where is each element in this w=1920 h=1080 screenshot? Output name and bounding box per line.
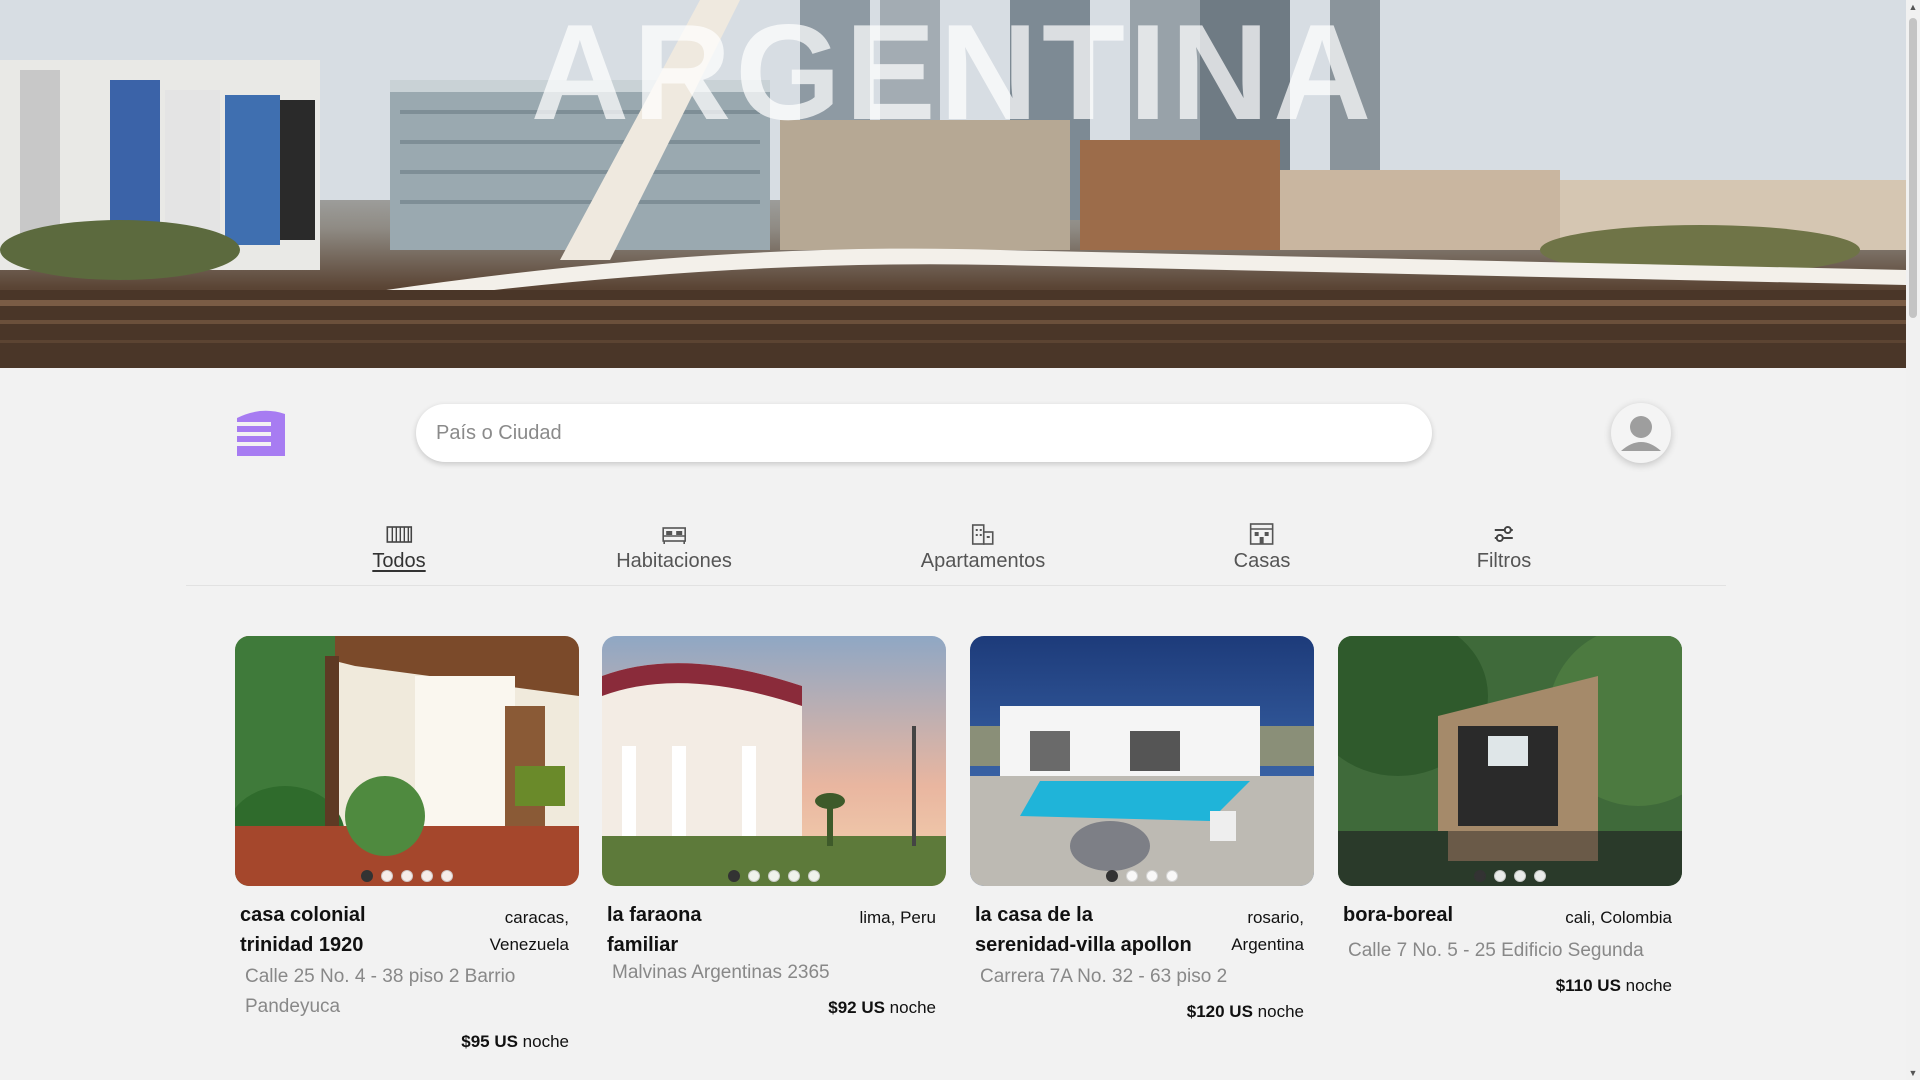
- listing-card[interactable]: casa colonial trinidad 1920 caracas, Ven…: [235, 636, 579, 1051]
- scrollbar[interactable]: ▲ ▼: [1906, 0, 1920, 1080]
- carousel-dots[interactable]: [602, 870, 946, 882]
- carousel-dot[interactable]: [728, 870, 740, 882]
- carousel-dot[interactable]: [421, 870, 433, 882]
- carousel-dots[interactable]: [1338, 870, 1682, 882]
- search-input[interactable]: [416, 404, 1432, 462]
- tab-label: Filtros: [1476, 550, 1532, 572]
- sliders-icon: [1494, 526, 1513, 542]
- listing-card[interactable]: la faraona familiar lima, Peru Malvinas …: [602, 636, 946, 1017]
- brand-logo-icon[interactable]: [235, 406, 287, 458]
- building-icon: [972, 524, 994, 545]
- carousel-dot[interactable]: [1534, 870, 1546, 882]
- listing-photo[interactable]: [235, 636, 579, 886]
- category-tabs: Todos Habitaciones Apartamentos Casas Fi…: [186, 514, 1726, 586]
- listing-address: Carrera 7A No. 32 - 63 piso 2: [980, 966, 1228, 987]
- carousel-dot[interactable]: [748, 870, 760, 882]
- listing-photo[interactable]: [602, 636, 946, 886]
- carousel-dot[interactable]: [768, 870, 780, 882]
- tab-todos[interactable]: Todos: [372, 522, 426, 573]
- scroll-up-arrow-icon[interactable]: ▲: [1906, 0, 1920, 14]
- tab-label: Todos: [372, 550, 426, 572]
- listing-photo[interactable]: [1338, 636, 1682, 886]
- tab-casas[interactable]: Casas: [1233, 522, 1291, 573]
- tab-habitaciones[interactable]: Habitaciones: [616, 522, 732, 573]
- carousel-dot[interactable]: [381, 870, 393, 882]
- listing-price: $120 US noche: [1186, 1002, 1304, 1021]
- house-icon: [1250, 523, 1274, 545]
- carousel-dot[interactable]: [1474, 870, 1486, 882]
- listing-address: Calle 25 No. 4 - 38 piso 2 Barrio Pandey…: [245, 966, 516, 1017]
- carousel-dot[interactable]: [1106, 870, 1118, 882]
- hero-banner: ARGENTINA: [0, 0, 1906, 368]
- listing-location: lima, Peru: [859, 908, 936, 927]
- listing-title[interactable]: la faraona familiar: [607, 900, 701, 960]
- carousel-dot[interactable]: [361, 870, 373, 882]
- tab-filtros[interactable]: Filtros: [1477, 522, 1531, 573]
- carousel-dot[interactable]: [1494, 870, 1506, 882]
- listing-location: rosario, Argentina: [1231, 908, 1304, 954]
- listing-card[interactable]: la casa de la serenidad-villa apollon ro…: [970, 636, 1314, 1021]
- tab-label: Apartamentos: [920, 550, 1046, 572]
- listing-photo[interactable]: [970, 636, 1314, 886]
- listing-address: Malvinas Argentinas 2365: [612, 962, 830, 983]
- grid-icon: [386, 526, 412, 543]
- carousel-dot[interactable]: [441, 870, 453, 882]
- tab-label: Habitaciones: [616, 550, 732, 572]
- scroll-down-arrow-icon[interactable]: ▼: [1906, 1066, 1920, 1080]
- tab-label: Casas: [1233, 550, 1291, 572]
- carousel-dots[interactable]: [235, 870, 579, 882]
- listing-location: cali, Colombia: [1565, 908, 1672, 927]
- listing-title[interactable]: casa colonial trinidad 1920: [240, 900, 366, 960]
- listing-card[interactable]: bora-boreal cali, Colombia Calle 7 No. 5…: [1338, 636, 1682, 995]
- carousel-dot[interactable]: [1126, 870, 1138, 882]
- listing-price: $95 US noche: [461, 1032, 569, 1051]
- bed-icon: [662, 527, 686, 544]
- carousel-dot[interactable]: [808, 870, 820, 882]
- listing-title[interactable]: la casa de la serenidad-villa apollon: [975, 900, 1192, 960]
- carousel-dot[interactable]: [1166, 870, 1178, 882]
- hero-title: ARGENTINA: [530, 0, 1376, 148]
- tab-apartamentos[interactable]: Apartamentos: [920, 522, 1046, 573]
- carousel-dot[interactable]: [788, 870, 800, 882]
- carousel-dots[interactable]: [970, 870, 1314, 882]
- user-avatar-icon[interactable]: [1611, 403, 1671, 463]
- carousel-dot[interactable]: [401, 870, 413, 882]
- carousel-dot[interactable]: [1514, 870, 1526, 882]
- listing-price: $92 US noche: [828, 998, 936, 1017]
- carousel-dot[interactable]: [1146, 870, 1158, 882]
- scroll-thumb[interactable]: [1909, 18, 1917, 318]
- listing-price: $110 US noche: [1555, 976, 1672, 995]
- listing-location: caracas, Venezuela: [489, 908, 569, 954]
- listing-address: Calle 7 No. 5 - 25 Edificio Segunda: [1348, 940, 1644, 961]
- listing-title[interactable]: bora-boreal: [1343, 900, 1453, 930]
